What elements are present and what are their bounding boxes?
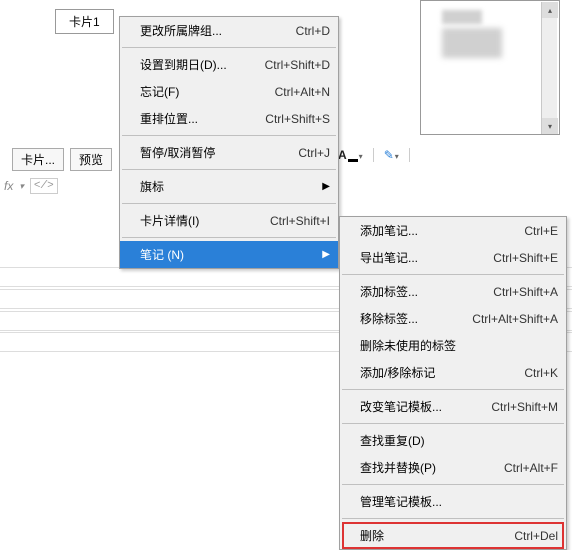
context-menu: 更改所属牌组... Ctrl+D 设置到期日(D)... Ctrl+Shift+… — [119, 16, 339, 269]
menu-toggle-mark[interactable]: 添加/移除标记 Ctrl+K — [340, 359, 566, 386]
menu-notes[interactable]: 笔记 (N) ▶ — [120, 241, 338, 268]
cards-button[interactable]: 卡片... — [12, 148, 64, 171]
submenu-arrow-icon: ▶ — [322, 181, 330, 192]
scroll-down-icon[interactable]: ▾ — [542, 118, 558, 134]
menu-manage-note-types[interactable]: 管理笔记模板... — [340, 488, 566, 515]
fx-label: fx — [4, 179, 13, 193]
menu-delete[interactable]: 删除 Ctrl+Del — [340, 522, 566, 549]
preview-content — [442, 10, 482, 24]
menu-change-deck[interactable]: 更改所属牌组... Ctrl+D — [120, 17, 338, 44]
menu-change-note-type[interactable]: 改变笔记模板... Ctrl+Shift+M — [340, 393, 566, 420]
preview-button[interactable]: 预览 — [70, 148, 112, 171]
notes-submenu: 添加笔记... Ctrl+E 导出笔记... Ctrl+Shift+E 添加标签… — [339, 216, 567, 550]
menu-add-note[interactable]: 添加笔记... Ctrl+E — [340, 217, 566, 244]
menu-remove-tag[interactable]: 移除标签... Ctrl+Alt+Shift+A — [340, 305, 566, 332]
submenu-arrow-icon: ▶ — [322, 249, 330, 260]
highlight-icon[interactable]: ✎▾ — [384, 148, 399, 162]
menu-flag[interactable]: 旗标 ▶ — [120, 173, 338, 200]
menu-card-info[interactable]: 卡片详情(I) Ctrl+Shift+I — [120, 207, 338, 234]
menu-remove-unused-tags[interactable]: 删除未使用的标签 — [340, 332, 566, 359]
menu-suspend[interactable]: 暂停/取消暂停 Ctrl+J — [120, 139, 338, 166]
preview-content — [442, 28, 502, 58]
menu-reposition[interactable]: 重排位置... Ctrl+Shift+S — [120, 105, 338, 132]
menu-set-due[interactable]: 设置到期日(D)... Ctrl+Shift+D — [120, 51, 338, 78]
menu-find-replace[interactable]: 查找并替换(P) Ctrl+Alt+F — [340, 454, 566, 481]
scrollbar[interactable]: ▴ ▾ — [541, 2, 557, 134]
code-icon[interactable]: </> — [30, 178, 58, 194]
menu-find-duplicates[interactable]: 查找重复(D) — [340, 427, 566, 454]
menu-export-notes[interactable]: 导出笔记... Ctrl+Shift+E — [340, 244, 566, 271]
tab-card1[interactable]: 卡片1 — [55, 9, 114, 34]
preview-panel: ▴ ▾ — [420, 0, 560, 135]
scroll-up-icon[interactable]: ▴ — [542, 2, 558, 18]
menu-forget[interactable]: 忘记(F) Ctrl+Alt+N — [120, 78, 338, 105]
font-color-icon[interactable]: A▾ — [338, 148, 363, 162]
menu-add-tag[interactable]: 添加标签... Ctrl+Shift+A — [340, 278, 566, 305]
formula-bar: fx ▾ </> — [4, 178, 58, 194]
toolbar: 卡片... 预览 — [12, 148, 112, 171]
format-toolbar: A▾ ✎▾ — [338, 148, 410, 162]
chevron-down-icon[interactable]: ▾ — [19, 181, 24, 192]
